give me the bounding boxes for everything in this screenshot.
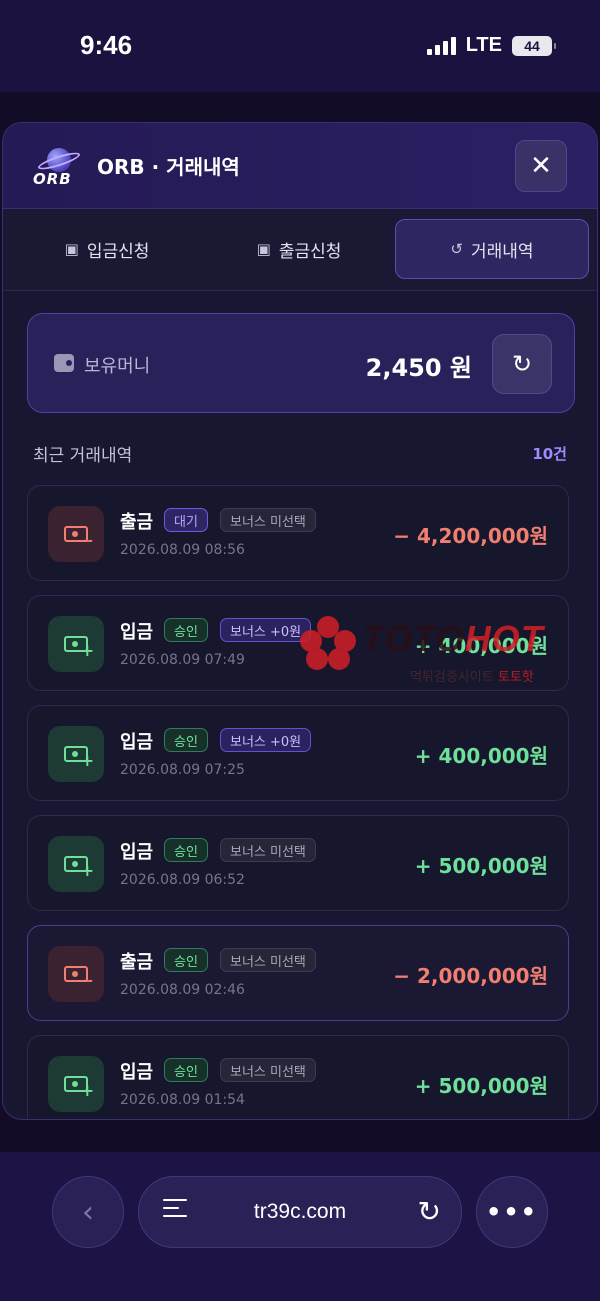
transaction-item[interactable]: + 입금 승인 보너스 +0원 2026.08.09 07:49 + 400,0… — [27, 595, 569, 691]
transaction-item[interactable]: − 출금 승인 보너스 미선택 2026.08.09 02:46 − 2,000… — [27, 925, 569, 1021]
refresh-icon: ↻ — [511, 350, 533, 378]
transaction-type: 입금 — [120, 842, 154, 863]
status-badge: 승인 — [164, 618, 208, 642]
more-icon: ••• — [485, 1198, 539, 1226]
transaction-amount: − 4,200,000원 — [393, 524, 548, 548]
transaction-amount: − 2,000,000원 — [393, 964, 548, 988]
transaction-amount: + 500,000원 — [414, 1074, 548, 1098]
status-badge: 승인 — [164, 1058, 208, 1082]
battery-icon: 44 — [512, 35, 556, 56]
transaction-date: 2026.08.09 06:52 — [120, 872, 245, 888]
bonus-badge: 보너스 +0원 — [220, 618, 312, 642]
transaction-date: 2026.08.09 08:56 — [120, 542, 245, 558]
transaction-date: 2026.08.09 01:54 — [120, 1092, 245, 1108]
transaction-date: 2026.08.09 02:46 — [120, 982, 245, 998]
transaction-item[interactable]: + 입금 승인 보너스 미선택 2026.08.09 06:52 + 500,0… — [27, 815, 569, 911]
tab-label: 출금신청 — [278, 241, 342, 262]
refresh-button[interactable]: ↻ — [492, 334, 552, 394]
balance-amount: 2,450 원 — [365, 354, 472, 382]
more-button[interactable]: ••• — [476, 1176, 548, 1248]
transaction-item[interactable]: + 입금 승인 보너스 미선택 2026.08.09 01:54 + 500,0… — [27, 1035, 569, 1119]
back-button[interactable]: ‹ — [52, 1176, 124, 1248]
status-time: 9:46 — [80, 30, 133, 60]
tab-label: 거래내역 — [471, 241, 534, 262]
bonus-badge: 보너스 +0원 — [220, 728, 312, 752]
deposit-money-icon: + — [48, 616, 104, 672]
url-text: tr39c.com — [253, 1200, 347, 1223]
transaction-item[interactable]: + 입금 승인 보너스 +0원 2026.08.09 07:25 + 400,0… — [27, 705, 569, 801]
transaction-modal: ORB ORB · 거래내역 ✕ ▣ 입금신청 ▣ 출금신청 ↺ 거래내역 보유… — [2, 122, 598, 1120]
transaction-type: 입금 — [120, 732, 154, 753]
history-count: 10건 — [532, 445, 567, 463]
transaction-type: 출금 — [120, 512, 154, 533]
transaction-amount: + 400,000원 — [414, 744, 548, 768]
tab-withdraw[interactable]: ▣ 출금신청 — [203, 219, 395, 279]
bonus-badge: 보너스 미선택 — [220, 948, 316, 972]
tab-deposit[interactable]: ▣ 입금신청 — [11, 219, 203, 279]
history-icon: ↺ — [450, 240, 463, 258]
transaction-item[interactable]: − 출금 대기 보너스 미선택 2026.08.09 08:56 − 4,200… — [27, 485, 569, 581]
modal-title: ORB · 거래내역 — [97, 155, 240, 179]
modal-header: ORB ORB · 거래내역 ✕ — [3, 123, 597, 209]
status-badge: 승인 — [164, 728, 208, 752]
address-bar[interactable]: tr39c.com ↻ — [138, 1176, 462, 1248]
orb-logo: ORB — [33, 146, 83, 188]
tab-label: 입금신청 — [86, 241, 150, 262]
withdraw-money-icon: − — [48, 506, 104, 562]
tab-history[interactable]: ↺ 거래내역 — [395, 219, 589, 279]
wallet-icon — [54, 354, 74, 372]
signal-icon — [426, 36, 456, 55]
close-icon: ✕ — [530, 151, 552, 181]
reload-icon[interactable]: ↻ — [418, 1195, 441, 1228]
deposit-money-icon: + — [48, 726, 104, 782]
withdraw-money-icon: − — [48, 946, 104, 1002]
transaction-list: − 출금 대기 보너스 미선택 2026.08.09 08:56 − 4,200… — [27, 485, 569, 1119]
chevron-left-icon: ‹ — [82, 1194, 94, 1230]
status-bar: 9:46 LTE 44 — [0, 0, 600, 92]
browser-toolbar: ‹ tr39c.com ↻ ••• — [0, 1152, 600, 1301]
status-badge: 승인 — [164, 838, 208, 862]
bonus-badge: 보너스 미선택 — [220, 838, 316, 862]
network-type: LTE — [465, 34, 502, 56]
transaction-amount: + 500,000원 — [414, 854, 548, 878]
balance-label: 보유머니 — [84, 356, 151, 377]
bonus-badge: 보너스 미선택 — [220, 1058, 316, 1082]
deposit-icon: ▣ — [64, 240, 79, 258]
close-button[interactable]: ✕ — [515, 140, 567, 192]
transaction-type: 출금 — [120, 952, 154, 973]
transaction-date: 2026.08.09 07:49 — [120, 652, 245, 668]
bonus-badge: 보너스 미선택 — [220, 508, 316, 532]
status-badge: 승인 — [164, 948, 208, 972]
balance-card: 보유머니 2,450 원 ↻ — [27, 313, 575, 413]
transaction-date: 2026.08.09 07:25 — [120, 762, 245, 778]
transaction-amount: + 400,000원 — [414, 634, 548, 658]
transaction-type: 입금 — [120, 1062, 154, 1083]
transaction-type: 입금 — [120, 622, 154, 643]
deposit-money-icon: + — [48, 836, 104, 892]
withdraw-icon: ▣ — [256, 240, 271, 258]
status-badge: 대기 — [164, 508, 208, 532]
deposit-money-icon: + — [48, 1056, 104, 1112]
tab-bar: ▣ 입금신청 ▣ 출금신청 ↺ 거래내역 — [3, 209, 597, 291]
history-title: 최근 거래내역 — [33, 446, 133, 466]
